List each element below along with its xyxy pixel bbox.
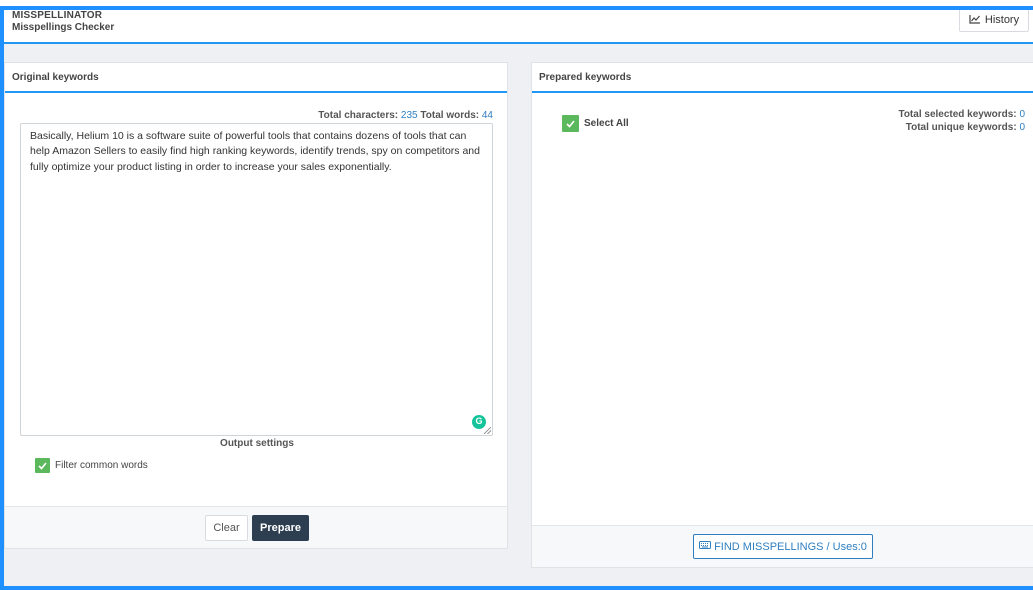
right-panel-footer: FIND MISSPELLINGS / Uses:0 [532, 525, 1033, 567]
filter-checkbox[interactable] [35, 458, 50, 473]
check-icon [38, 461, 47, 470]
prepared-keywords-panel: Prepared keywords Select All Total selec… [531, 62, 1033, 568]
total-selected-label: Total selected keywords: [898, 109, 1017, 120]
app-subtitle: Misspellings Checker [12, 22, 115, 33]
clear-button[interactable]: Clear [205, 515, 248, 541]
find-misspellings-label: FIND MISSPELLINGS / Uses:0 [714, 540, 867, 553]
total-unique-label: Total unique keywords: [905, 122, 1017, 133]
filter-common-words-option[interactable]: Filter common words [35, 458, 148, 473]
resize-handle[interactable] [484, 427, 491, 434]
keyboard-icon [699, 541, 712, 552]
total-selected-value: 0 [1019, 109, 1025, 120]
app-frame: MISSPELLINATOR Misspellings Checker Hist… [0, 6, 1033, 590]
filter-label: Filter common words [55, 460, 148, 471]
total-characters-label: Total characters: [318, 110, 399, 121]
panel-title: Original keywords [5, 63, 507, 93]
left-panel-footer: Clear Prepare [5, 506, 507, 548]
total-words-value: 44 [481, 110, 493, 121]
find-misspellings-button[interactable]: FIND MISSPELLINGS / Uses:0 [693, 534, 873, 559]
app-name: MISSPELLINATOR [12, 10, 103, 21]
top-bar: MISSPELLINATOR Misspellings Checker Hist… [4, 10, 1033, 44]
select-all-label: Select All [584, 118, 629, 129]
text-counts: Total characters: 235 Total words: 44 [318, 110, 493, 121]
chart-line-icon [969, 14, 981, 27]
keywords-text: Basically, Helium 10 is a software suite… [30, 130, 480, 173]
keywords-textarea[interactable]: Basically, Helium 10 is a software suite… [20, 123, 493, 436]
keyword-counts: Total selected keywords: 0 Total unique … [898, 108, 1025, 134]
history-label: History [984, 14, 1020, 26]
check-icon [566, 119, 575, 128]
total-characters-value: 235 [400, 110, 418, 121]
select-all-option[interactable]: Select All [562, 115, 629, 132]
total-words-label: Total words: [420, 110, 480, 121]
original-keywords-panel: Original keywords Total characters: 235 … [4, 62, 508, 549]
output-settings-heading: Output settings [220, 438, 294, 449]
history-button[interactable]: History [959, 10, 1029, 32]
panel-title: Prepared keywords [532, 63, 1033, 93]
select-all-checkbox[interactable] [562, 115, 579, 132]
prepare-button[interactable]: Prepare [252, 515, 309, 541]
total-unique-value: 0 [1019, 122, 1025, 133]
